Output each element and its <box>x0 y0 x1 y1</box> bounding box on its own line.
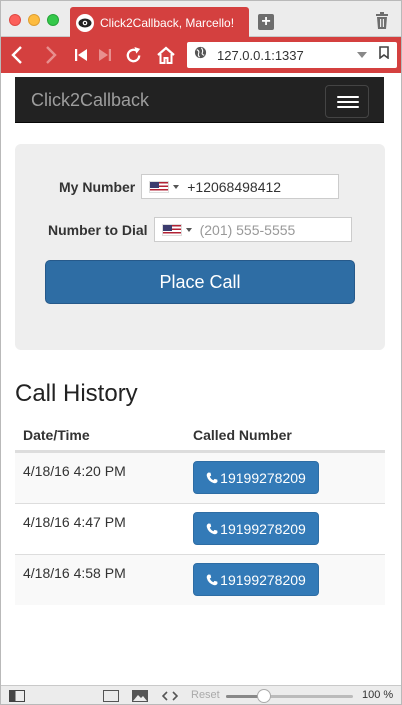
phone-icon <box>206 574 218 585</box>
called-number: 19199278209 <box>220 520 306 537</box>
globe-icon <box>194 46 207 64</box>
column-header-datetime: Date/Time <box>23 427 90 443</box>
us-flag-icon[interactable] <box>161 223 182 236</box>
maximize-window-button[interactable] <box>47 14 59 26</box>
us-flag-icon[interactable] <box>149 180 170 193</box>
web-page: Click2Callback My Number +12068498412 Nu… <box>1 73 401 685</box>
address-bar[interactable]: 127.0.0.1:1337 <box>187 42 397 68</box>
table-row: 4/18/16 4:58 PM 19199278209 <box>15 554 385 605</box>
title-bar: Click2Callback, Marcello! + <box>1 1 401 38</box>
navbar: Click2Callback <box>15 77 384 123</box>
row-datetime: 4/18/16 4:58 PM <box>23 565 126 581</box>
forward-icon[interactable] <box>43 44 59 66</box>
table-row: 4/18/16 4:20 PM 19199278209 <box>15 452 385 503</box>
my-number-input[interactable]: +12068498412 <box>141 174 340 199</box>
call-history-table: Date/Time Called Number 4/18/16 4:20 PM … <box>15 419 385 605</box>
back-icon[interactable] <box>9 44 25 66</box>
sidebar-toggle-icon[interactable] <box>9 689 25 704</box>
skip-back-icon[interactable] <box>74 44 88 66</box>
phone-icon <box>206 472 218 483</box>
country-dropdown-icon[interactable] <box>185 227 192 232</box>
dial-number-row: Number to Dial (201) 555-5555 <box>48 217 352 242</box>
zoom-slider-handle[interactable] <box>257 689 271 703</box>
home-icon[interactable] <box>155 44 177 66</box>
navbar-brand[interactable]: Click2Callback <box>31 90 149 111</box>
country-dropdown-icon[interactable] <box>173 184 180 189</box>
minimize-window-button[interactable] <box>28 14 40 26</box>
row-datetime: 4/18/16 4:47 PM <box>23 514 126 530</box>
status-bar: Reset 100 % <box>1 685 401 704</box>
called-number: 19199278209 <box>220 469 306 486</box>
url-text[interactable]: 127.0.0.1:1337 <box>217 48 357 63</box>
close-window-button[interactable] <box>9 14 21 26</box>
phone-icon <box>206 523 218 534</box>
zoom-reset-button[interactable]: Reset <box>191 689 220 701</box>
menu-icon[interactable] <box>325 85 369 118</box>
my-number-label: My Number <box>59 178 136 195</box>
call-number-button[interactable]: 19199278209 <box>193 461 319 494</box>
eye-icon <box>76 13 94 32</box>
table-row: 4/18/16 4:47 PM 19199278209 <box>15 503 385 554</box>
call-form-panel: My Number +12068498412 Number to Dial (2… <box>15 144 385 350</box>
browser-tab-active[interactable]: Click2Callback, Marcello! <box>70 7 249 38</box>
url-dropdown-icon[interactable] <box>357 52 367 58</box>
table-header: Date/Time Called Number <box>15 419 385 452</box>
called-number: 19199278209 <box>220 571 306 588</box>
call-number-button[interactable]: 19199278209 <box>193 512 319 545</box>
new-tab-icon[interactable]: + <box>258 14 274 30</box>
zoom-level: 100 % <box>362 689 394 701</box>
image-icon[interactable] <box>132 689 148 704</box>
place-call-button[interactable]: Place Call <box>45 260 355 304</box>
trash-icon[interactable] <box>375 12 389 34</box>
dial-number-label: Number to Dial <box>48 221 148 238</box>
bookmark-icon[interactable] <box>379 46 389 64</box>
screen-icon[interactable] <box>103 689 119 704</box>
browser-window: Click2Callback, Marcello! + 127.0.0.1:13… <box>0 0 402 705</box>
call-history-title: Call History <box>15 380 138 407</box>
dial-number-input[interactable]: (201) 555-5555 <box>153 217 352 242</box>
tab-title: Click2Callback, Marcello! <box>100 15 235 30</box>
dial-number-placeholder: (201) 555-5555 <box>199 221 296 238</box>
reload-icon[interactable] <box>123 44 143 66</box>
zoom-slider[interactable] <box>226 689 353 703</box>
code-icon[interactable] <box>161 689 179 704</box>
row-datetime: 4/18/16 4:20 PM <box>23 463 126 479</box>
call-number-button[interactable]: 19199278209 <box>193 563 319 596</box>
my-number-row: My Number +12068498412 <box>59 174 340 199</box>
skip-forward-icon[interactable] <box>98 44 112 66</box>
my-number-value: +12068498412 <box>187 178 282 195</box>
column-header-number: Called Number <box>193 427 292 443</box>
